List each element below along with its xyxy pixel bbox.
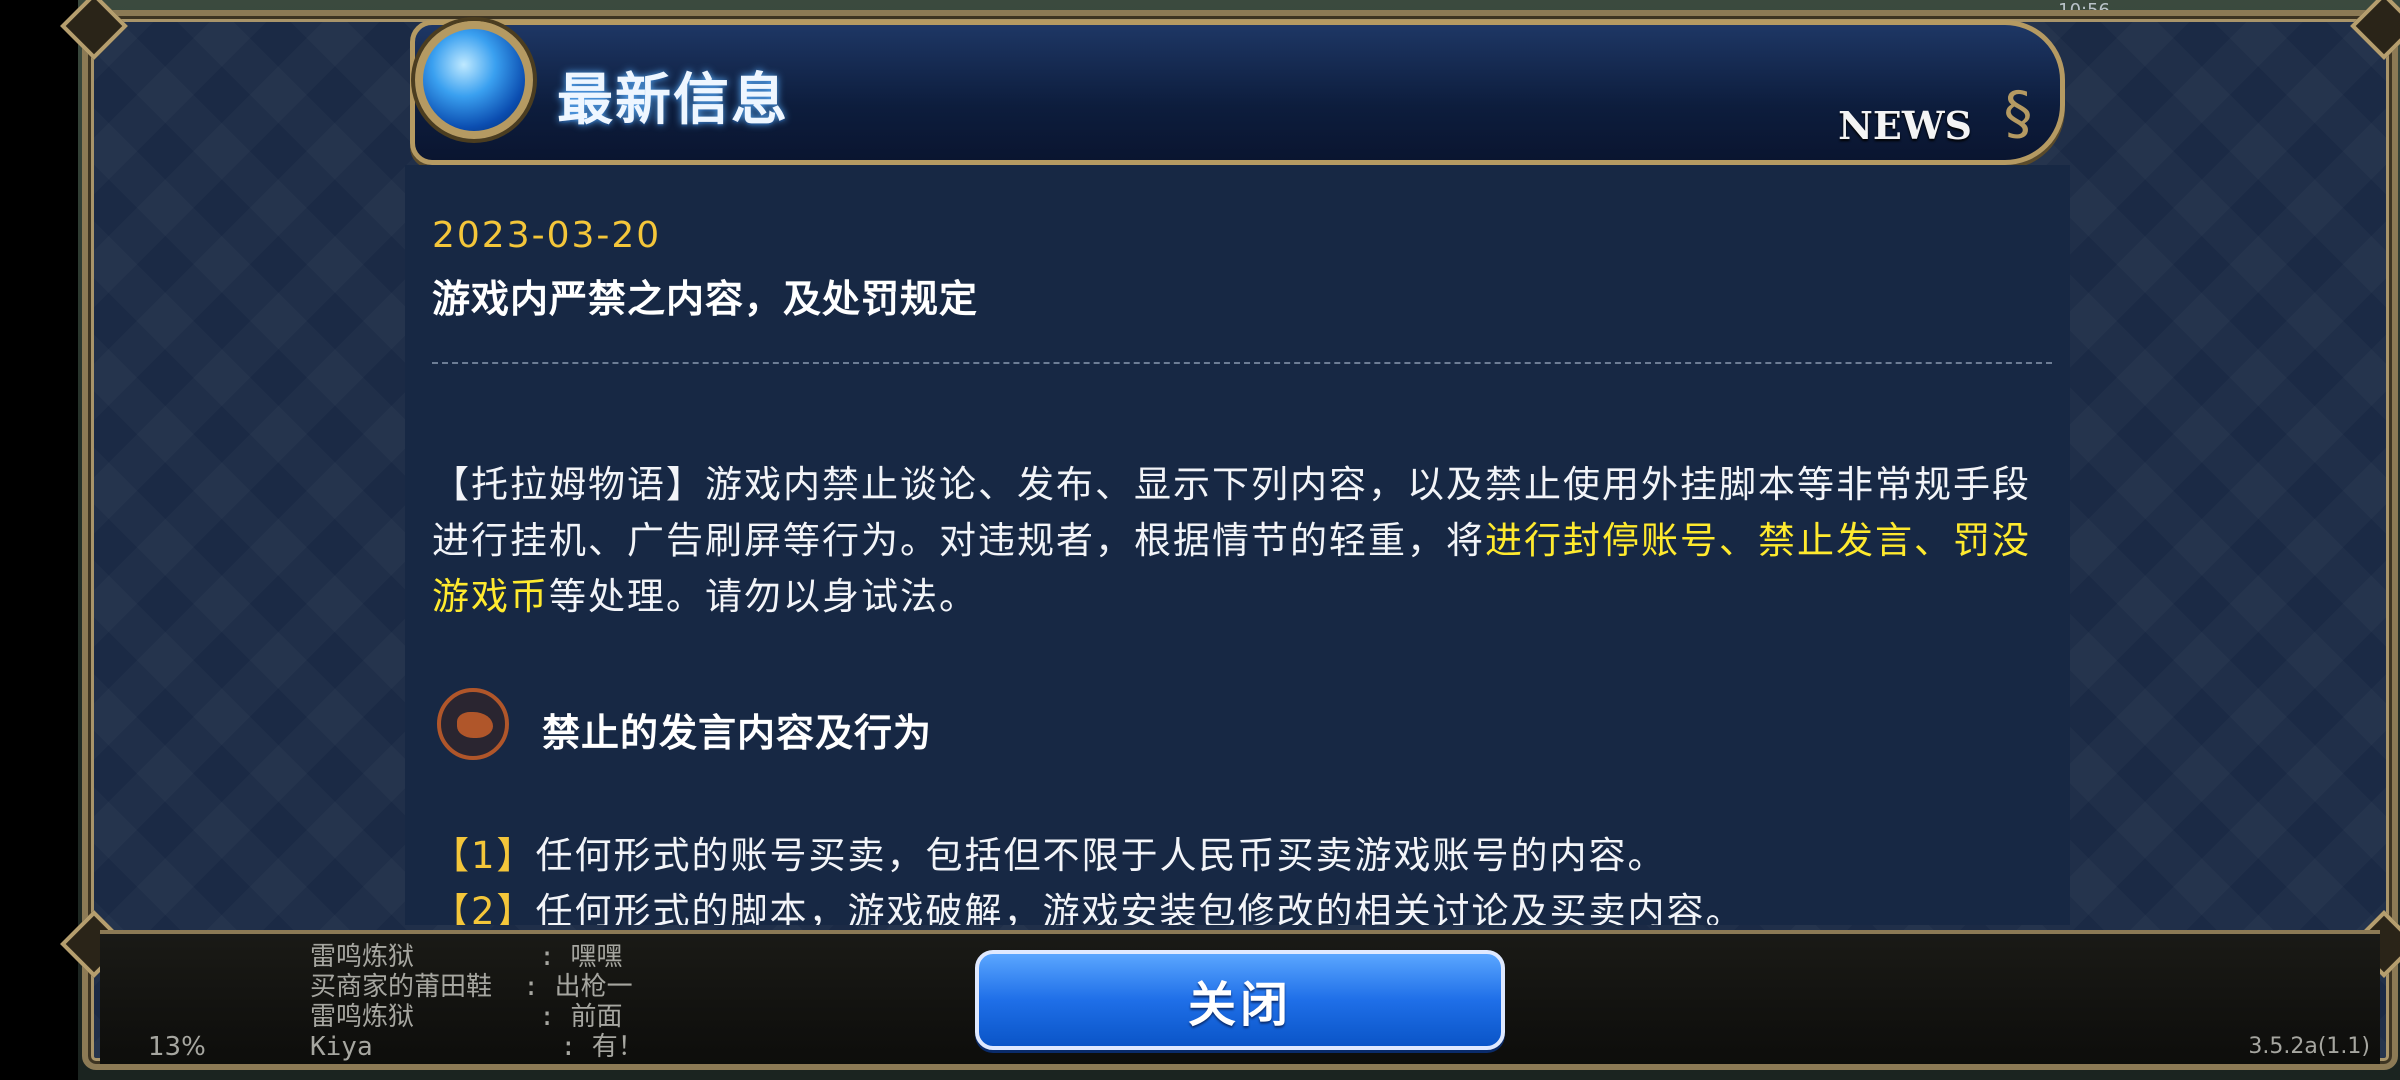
- version-label: 3.5.2a(1.1): [2248, 1034, 2370, 1059]
- paragraph-text-end: 等处理。请勿以身试法。: [549, 575, 978, 618]
- fox-badge-icon: [437, 688, 509, 760]
- close-button[interactable]: 关闭: [975, 950, 1505, 1050]
- chat-line: 雷鸣炼狱 : 嘿嘿: [310, 942, 623, 972]
- rule-item: 【1】任何形式的账号买卖，包括但不限于人民币买卖游戏账号的内容。: [432, 825, 1667, 879]
- header-title: 最新信息: [557, 67, 789, 133]
- news-date: 2023-03-20: [432, 215, 662, 256]
- globe-orb-icon: [415, 21, 533, 139]
- screen: 10:56 最新信息 NEWS § 2023-03-20 游戏内严禁之内容，及处…: [0, 0, 2400, 1080]
- dashed-divider: [432, 362, 2052, 364]
- rule-item: 【2】任何形式的脚本，游戏破解，游戏安装包修改的相关讨论及买卖内容。: [432, 881, 1745, 925]
- chat-line: 雷鸣炼狱 : 前面: [310, 1002, 623, 1032]
- section-title: 禁止的发言内容及行为: [542, 711, 933, 755]
- rule-number: 【1】: [432, 834, 536, 877]
- chat-log: 雷鸣炼狱 : 嘿嘿 买商家的莆田鞋 : 出枪一 雷鸣炼狱 : 前面 Kiya : 有！: [310, 942, 644, 1062]
- chat-line: 买商家的莆田鞋 : 出枪一: [310, 972, 633, 1002]
- news-label: NEWS: [1838, 103, 1972, 148]
- progress-percent: 13%: [148, 1032, 206, 1062]
- news-content-scroll[interactable]: 2023-03-20 游戏内严禁之内容，及处罚规定 【托拉姆物语】游戏内禁止谈论…: [405, 165, 2070, 925]
- rule-text: 任何形式的脚本，游戏破解，游戏安装包修改的相关讨论及买卖内容。: [535, 890, 1745, 925]
- news-header-banner: 最新信息 NEWS §: [410, 20, 2065, 165]
- news-body-paragraph: 【托拉姆物语】游戏内禁止谈论、发布、显示下列内容，以及禁止使用外挂脚本等非常规手…: [432, 457, 2057, 625]
- rule-number: 【2】: [432, 890, 536, 925]
- chat-line: Kiya : 有！: [310, 1032, 644, 1062]
- rule-text: 任何形式的账号买卖，包括但不限于人民币买卖游戏账号的内容。: [535, 834, 1667, 877]
- news-title: 游戏内严禁之内容，及处罚规定: [432, 277, 979, 321]
- swirl-ornament-icon: §: [2003, 79, 2033, 147]
